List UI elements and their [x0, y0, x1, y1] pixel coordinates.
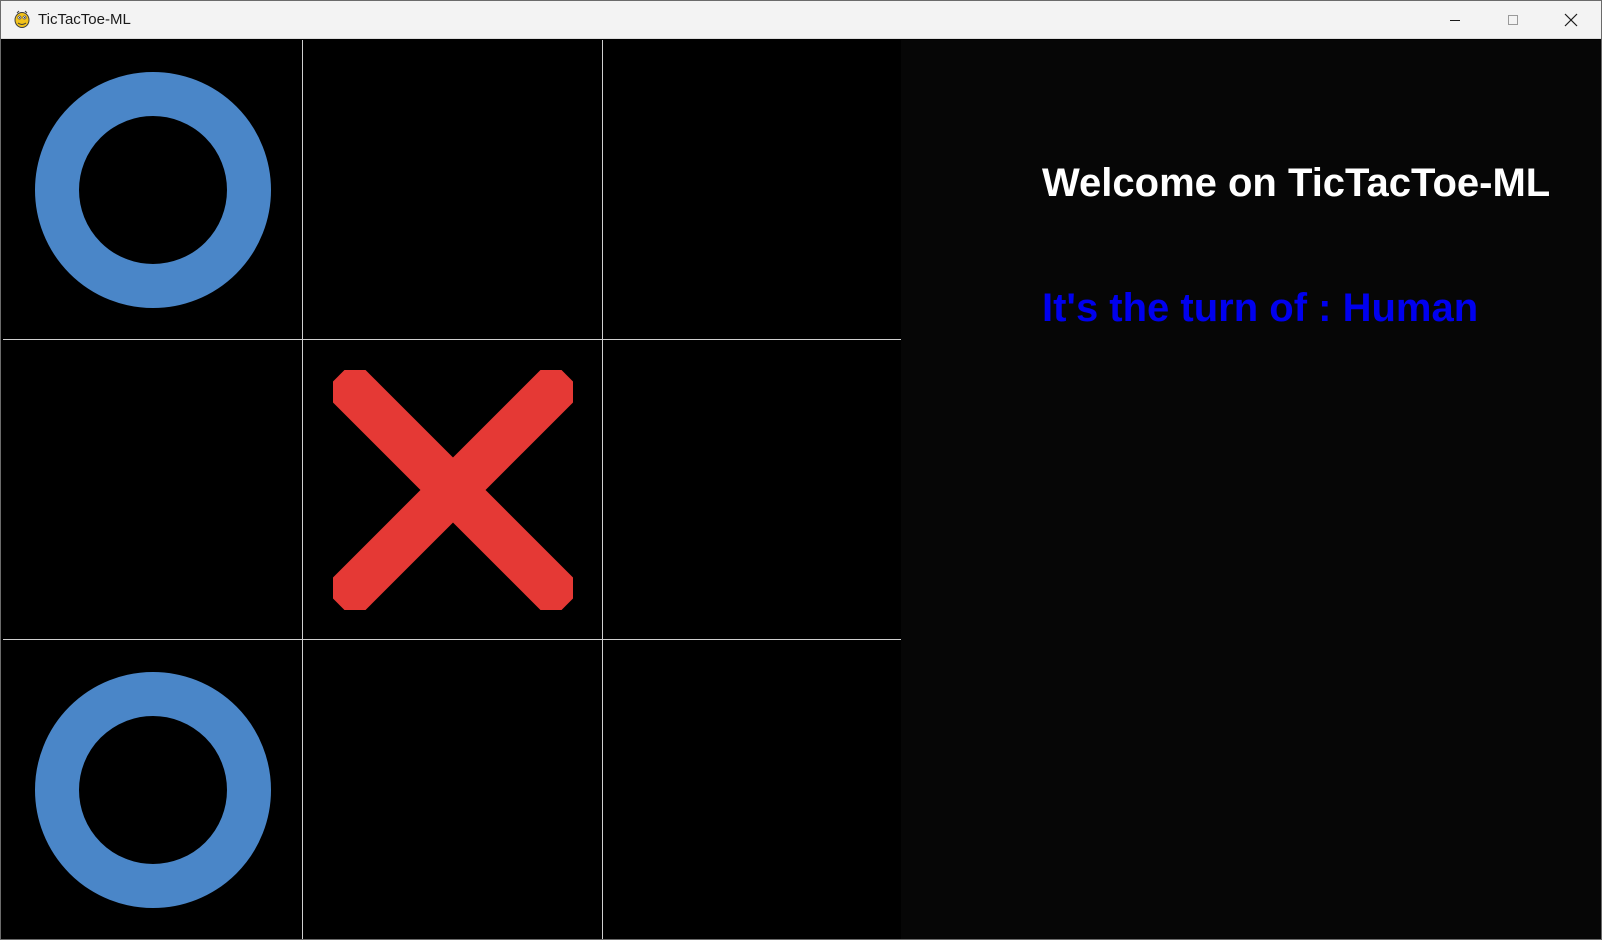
board-cell-7[interactable] [303, 640, 603, 939]
board-cell-0[interactable] [3, 40, 303, 340]
grid-line-horizontal [3, 339, 901, 340]
minimize-button[interactable] [1426, 1, 1484, 39]
minimize-icon [1450, 20, 1460, 21]
info-panel: Welcome on TicTacToe-ML It's the turn of… [901, 40, 1601, 939]
board-cell-8[interactable] [603, 640, 903, 939]
board-cell-6[interactable] [3, 640, 303, 939]
maximize-icon [1508, 15, 1518, 25]
grid-line-horizontal [3, 639, 901, 640]
board-cell-4[interactable] [303, 340, 603, 640]
title-bar[interactable]: TicTacToe-ML [1, 1, 1601, 39]
grid-line-vertical [302, 40, 303, 939]
game-board [3, 40, 903, 939]
x-mark-icon [333, 370, 573, 610]
board-cell-2[interactable] [603, 40, 903, 340]
turn-indicator: It's the turn of : Human [1042, 286, 1479, 330]
app-window: TicTacToe-ML Welcome on TicTacToe-ML It'… [0, 0, 1602, 940]
grid-line-vertical [602, 40, 603, 939]
welcome-heading: Welcome on TicTacToe-ML [1042, 161, 1551, 205]
board-cell-3[interactable] [3, 340, 303, 640]
o-mark-icon [35, 672, 271, 908]
board-cell-1[interactable] [303, 40, 603, 340]
o-mark-icon [35, 72, 271, 308]
close-button[interactable] [1542, 1, 1600, 39]
window-title: TicTacToe-ML [38, 11, 131, 28]
pygame-snake-icon [14, 10, 30, 28]
board-cell-5[interactable] [603, 340, 903, 640]
maximize-button[interactable] [1484, 1, 1542, 39]
close-icon [1564, 13, 1578, 27]
